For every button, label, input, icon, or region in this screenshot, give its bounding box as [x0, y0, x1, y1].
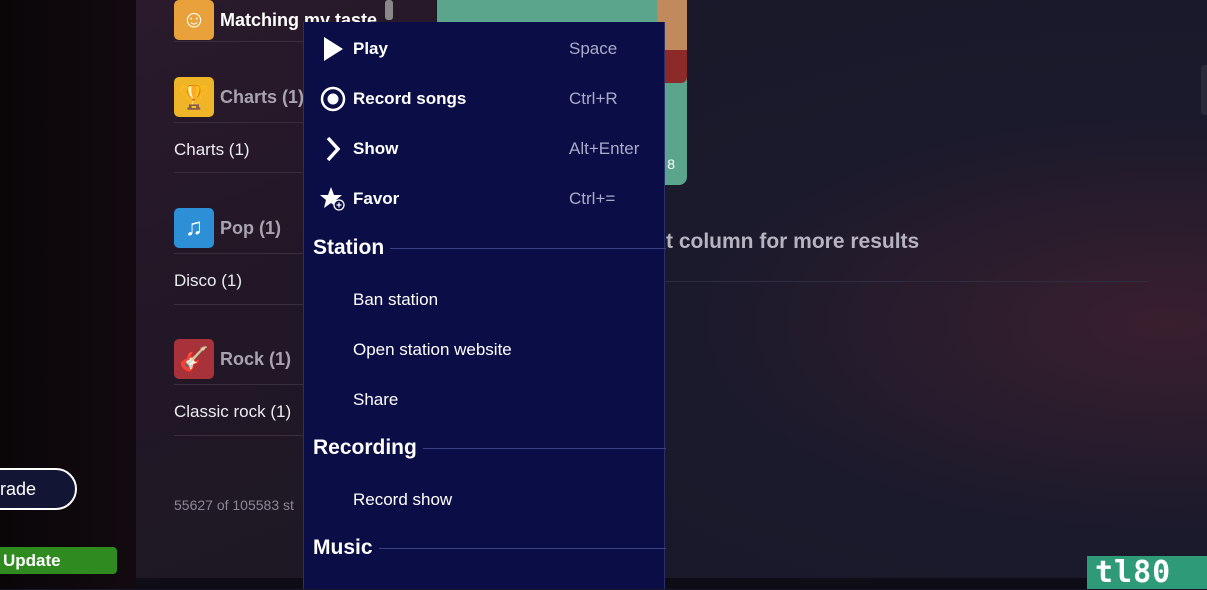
section-title: Recording: [313, 436, 417, 459]
star-plus-icon: [320, 186, 346, 212]
menu-item-label: Show: [353, 139, 399, 158]
trophy-icon: 🏆: [174, 77, 214, 117]
side-handle[interactable]: [1201, 65, 1207, 115]
menu-item-label: Favor: [353, 189, 400, 208]
menu-item-label: Open station website: [353, 340, 512, 359]
card-number: 8: [667, 156, 675, 172]
subcategory-charts[interactable]: Charts (1): [174, 140, 250, 160]
menu-item-ban-station[interactable]: Ban station: [304, 275, 664, 325]
divider: [390, 247, 666, 249]
divider: [378, 547, 666, 549]
more-results-hint: t column for more results: [666, 230, 920, 253]
bottom-strip: [136, 578, 1207, 589]
menu-item-label: Record show: [353, 490, 453, 509]
section-recording: Recording: [313, 436, 666, 460]
subcategory-disco[interactable]: Disco (1): [174, 271, 242, 291]
menu-item-label: Share: [353, 390, 399, 409]
scrollbar[interactable]: [385, 0, 393, 20]
chevron-right-icon: [320, 136, 346, 162]
category-charts[interactable]: 🏆 Charts (1): [174, 77, 304, 117]
record-icon: [320, 86, 346, 112]
menu-item-favor[interactable]: Favor Ctrl+=: [304, 174, 664, 224]
update-button[interactable]: Update: [0, 547, 117, 574]
menu-item-label: Record songs: [353, 89, 467, 108]
section-title: Music: [313, 536, 373, 559]
section-title: Station: [313, 236, 385, 259]
category-title: Charts (1): [220, 86, 305, 107]
menu-item-record-songs[interactable]: Record songs Ctrl+R: [304, 74, 664, 124]
station-count: 55627 of 105583 st: [174, 497, 294, 513]
menu-item-play[interactable]: Play Space: [304, 24, 664, 74]
menu-item-open-station-website[interactable]: Open station website: [304, 325, 664, 375]
category-title: Pop (1): [220, 217, 281, 238]
menu-item-share[interactable]: Share: [304, 375, 664, 425]
menu-item-label: Ban station: [353, 290, 439, 309]
smiley-icon: ☺: [174, 0, 214, 40]
menu-item-shortcut: Ctrl+=: [569, 189, 616, 208]
guitar-icon: 🎸: [174, 339, 214, 379]
menu-item-shortcut: Space: [569, 39, 618, 58]
section-station: Station: [313, 236, 666, 260]
music-note-icon: ♫: [174, 208, 214, 248]
subcategory-classic-rock[interactable]: Classic rock (1): [174, 402, 291, 422]
watermark-logo: tl80: [1087, 556, 1207, 589]
category-title: Rock (1): [220, 348, 292, 369]
category-rock[interactable]: 🎸 Rock (1): [174, 339, 291, 379]
context-menu: Play Space Record songs Ctrl+R Show Alt+…: [303, 22, 666, 589]
menu-item-record-show[interactable]: Record show: [304, 475, 664, 525]
upgrade-button[interactable]: rade: [0, 468, 77, 510]
divider: [422, 447, 666, 449]
category-pop[interactable]: ♫ Pop (1): [174, 208, 281, 248]
divider: [666, 281, 1148, 282]
menu-item-label: Play: [353, 39, 388, 58]
section-music: Music: [313, 536, 666, 560]
menu-item-shortcut: Alt+Enter: [569, 139, 640, 158]
menu-item-show[interactable]: Show Alt+Enter: [304, 124, 664, 174]
play-icon: [320, 36, 346, 62]
menu-item-shortcut: Ctrl+R: [569, 89, 618, 108]
